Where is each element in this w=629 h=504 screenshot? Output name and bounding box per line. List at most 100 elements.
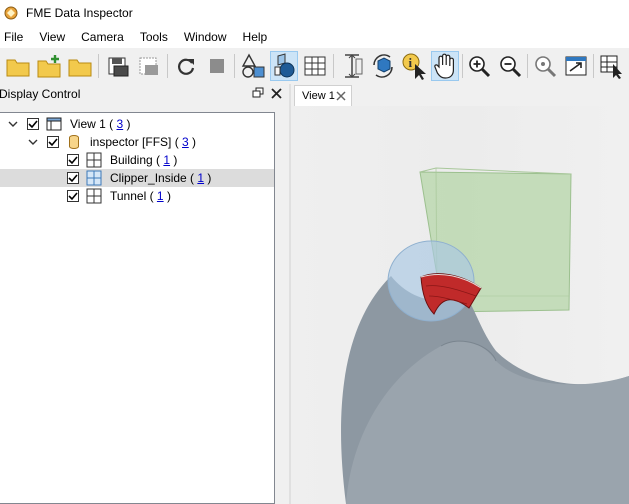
- panel-close-button[interactable]: [269, 86, 283, 100]
- measure-height-icon: [345, 54, 363, 78]
- menu-tools[interactable]: Tools: [136, 30, 175, 44]
- dataset-name: inspector [FFS]: [90, 135, 172, 149]
- display-control-tree: View 1 ( 3 ) inspector [FFS] ( 3 ) Build…: [0, 112, 275, 504]
- geometry-button[interactable]: [239, 51, 267, 81]
- info-select-button[interactable]: i: [400, 51, 428, 81]
- orbit-button[interactable]: [369, 51, 397, 81]
- menu-window[interactable]: Window: [180, 30, 234, 44]
- info-select-icon: i: [402, 53, 426, 80]
- tree-row-view[interactable]: View 1 ( 3 ): [0, 115, 274, 133]
- table-view-icon: [304, 56, 326, 76]
- toolbar-separator: [167, 54, 168, 78]
- save-dataset-button[interactable]: [104, 51, 132, 81]
- zoom-out-button[interactable]: [496, 51, 524, 81]
- feature-type-icon: [86, 170, 102, 186]
- save-disabled-icon: [139, 57, 158, 75]
- open-folder-button[interactable]: [66, 51, 94, 81]
- pan-hand-icon: [434, 53, 454, 79]
- close-icon[interactable]: [335, 90, 347, 102]
- menu-bar: File View Camera Tools Window Help: [0, 26, 629, 48]
- view-window-icon: [46, 117, 62, 131]
- window-title: FME Data Inspector: [26, 6, 133, 20]
- zoom-window-icon: [565, 56, 587, 76]
- feature-type-icon: [86, 152, 102, 168]
- layer-count-link[interactable]: 1: [197, 171, 204, 185]
- checkmark-icon: [68, 174, 78, 183]
- view-checkbox[interactable]: [27, 118, 39, 130]
- dataset-checkbox[interactable]: [47, 136, 59, 148]
- layer-checkbox[interactable]: [67, 190, 79, 202]
- measure-height-button[interactable]: [338, 51, 366, 81]
- feature-type-icon: [86, 188, 102, 204]
- layer-count-link[interactable]: 1: [163, 153, 170, 167]
- refresh-icon: [178, 58, 195, 75]
- stop-icon: [210, 59, 224, 73]
- save-button[interactable]: [135, 51, 163, 81]
- menu-view[interactable]: View: [35, 30, 72, 44]
- view-tab-bar: View 1: [291, 84, 629, 106]
- float-window-icon: [252, 87, 264, 98]
- database-icon: [69, 135, 79, 149]
- tree-label-layer: Clipper_Inside ( 1 ): [110, 171, 212, 185]
- geometry-shapes-icon: [241, 53, 265, 78]
- 3d-view-button[interactable]: [270, 51, 298, 81]
- toolbar: i: [0, 48, 629, 84]
- tree-label-dataset: inspector [FFS] ( 3 ): [90, 135, 197, 149]
- open-folder-2-icon: [68, 59, 92, 77]
- tree-row-layer-tunnel[interactable]: Tunnel ( 1 ): [0, 187, 274, 205]
- tree-row-layer-building[interactable]: Building ( 1 ): [0, 151, 274, 169]
- open-button[interactable]: [4, 51, 32, 81]
- 3d-viewport[interactable]: [291, 106, 629, 504]
- toolbar-separator: [234, 54, 235, 78]
- zoom-window-button[interactable]: [562, 51, 590, 81]
- layer-checkbox[interactable]: [67, 154, 79, 166]
- fme-app-icon: [4, 6, 18, 20]
- menu-camera[interactable]: Camera: [77, 30, 131, 44]
- tab-view-1[interactable]: View 1: [294, 85, 352, 106]
- toolbar-separator: [333, 54, 334, 78]
- zoom-in-icon: [469, 56, 491, 78]
- tree-row-layer-clipper-inside[interactable]: Clipper_Inside ( 1 ): [0, 169, 274, 187]
- pan-button[interactable]: [431, 51, 459, 81]
- dataset-count-link[interactable]: 3: [182, 135, 189, 149]
- menu-help[interactable]: Help: [239, 30, 275, 44]
- select-table-button[interactable]: [598, 51, 626, 81]
- panel-float-button[interactable]: [251, 86, 265, 100]
- chevron-down-icon[interactable]: [28, 137, 38, 147]
- close-icon: [270, 87, 282, 99]
- add-dataset-button[interactable]: [35, 51, 63, 81]
- layer-name: Building: [110, 153, 153, 167]
- save-dataset-icon: [108, 57, 129, 77]
- refresh-button[interactable]: [172, 51, 200, 81]
- view-count-link[interactable]: 3: [116, 117, 123, 131]
- tab-label: View 1: [302, 90, 335, 102]
- view-name: View 1: [70, 117, 106, 131]
- tree-label-view: View 1 ( 3 ): [70, 117, 131, 131]
- orbit-icon: [373, 54, 393, 78]
- toolbar-separator: [527, 54, 528, 78]
- table-view-button[interactable]: [301, 51, 329, 81]
- title-bar: FME Data Inspector: [0, 0, 629, 26]
- chevron-down-icon[interactable]: [8, 119, 18, 129]
- tree-label-layer: Building ( 1 ): [110, 153, 178, 167]
- tree-label-layer: Tunnel ( 1 ): [110, 189, 171, 203]
- tree-row-dataset[interactable]: inspector [FFS] ( 3 ): [0, 133, 274, 151]
- 3d-scene[interactable]: [291, 106, 629, 504]
- toolbar-separator: [593, 54, 594, 78]
- toolbar-separator: [98, 54, 99, 78]
- open-folder-icon: [6, 59, 30, 77]
- panel-title: Display Control: [0, 87, 81, 101]
- zoom-out-icon: [500, 56, 522, 78]
- zoom-extent-button[interactable]: [531, 51, 559, 81]
- menu-file[interactable]: File: [0, 30, 30, 44]
- layer-count-link[interactable]: 1: [157, 189, 164, 203]
- stop-button[interactable]: [203, 51, 231, 81]
- select-table-icon: [600, 55, 622, 79]
- checkmark-icon: [28, 120, 38, 129]
- zoom-in-button[interactable]: [465, 51, 493, 81]
- zoom-extent-icon: [535, 56, 557, 78]
- svg-text:i: i: [409, 55, 413, 70]
- checkmark-icon: [48, 138, 58, 147]
- display-control-header: Display Control: [0, 84, 289, 104]
- layer-checkbox[interactable]: [67, 172, 79, 184]
